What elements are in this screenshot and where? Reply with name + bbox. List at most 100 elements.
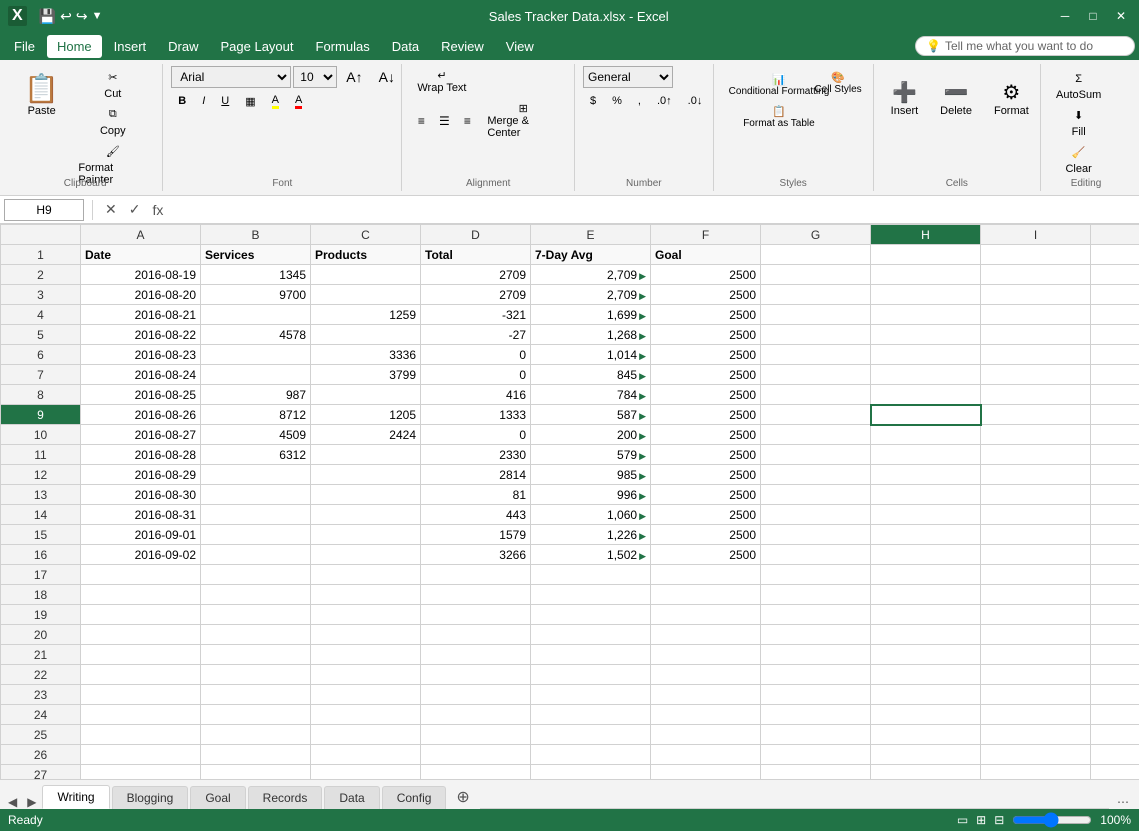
col-header-d[interactable]: D [421, 225, 531, 245]
cell-r4-d[interactable]: -321 [421, 305, 531, 325]
cell-r11-d[interactable]: 2330 [421, 445, 531, 465]
cell-r14-g[interactable] [761, 505, 871, 525]
col-header-g[interactable]: G [761, 225, 871, 245]
cell-r17-g[interactable] [761, 565, 871, 585]
wrap-text-button[interactable]: ↵ Wrap Text [410, 66, 473, 97]
cell-r18-c[interactable] [311, 585, 421, 605]
col-header-a[interactable]: A [81, 225, 201, 245]
cell-r11-h[interactable] [871, 445, 981, 465]
cell-r27-g[interactable] [761, 765, 871, 780]
cell-r9-h[interactable] [871, 405, 981, 425]
cell-r12-d[interactable]: 2814 [421, 465, 531, 485]
cell-r19-j[interactable] [1091, 605, 1139, 625]
cell-r18-j[interactable] [1091, 585, 1139, 605]
cell-r12-b[interactable] [201, 465, 311, 485]
cell-r3-c[interactable] [311, 285, 421, 305]
cell-r24-c[interactable] [311, 705, 421, 725]
cell-r5-j[interactable] [1091, 325, 1139, 345]
cell-r19-i[interactable] [981, 605, 1091, 625]
cell-r10-e[interactable]: 200▶ [531, 425, 651, 445]
cell-r14-b[interactable] [201, 505, 311, 525]
menu-home[interactable]: Home [47, 35, 102, 58]
align-left-button[interactable]: ≡ [410, 110, 432, 132]
col-header-f[interactable]: F [651, 225, 761, 245]
percent-button[interactable]: % [605, 90, 629, 112]
paste-button[interactable]: 📋 Paste [16, 66, 67, 122]
cell-r20-i[interactable] [981, 625, 1091, 645]
font-size-select[interactable]: 10 [293, 66, 337, 88]
row-number-4[interactable]: 4 [1, 305, 81, 325]
cell-r15-g[interactable] [761, 525, 871, 545]
row-number-15[interactable]: 15 [1, 525, 81, 545]
cell-r13-f[interactable]: 2500 [651, 485, 761, 505]
cell-r22-h[interactable] [871, 665, 981, 685]
cell-r4-j[interactable] [1091, 305, 1139, 325]
cell-r14-j[interactable] [1091, 505, 1139, 525]
cell-r11-e[interactable]: 579▶ [531, 445, 651, 465]
col-header-e[interactable]: E [531, 225, 651, 245]
menu-page-layout[interactable]: Page Layout [211, 35, 304, 58]
cell-r4-e[interactable]: 1,699▶ [531, 305, 651, 325]
cell-r2-g[interactable] [761, 265, 871, 285]
cell-r11-i[interactable] [981, 445, 1091, 465]
cell-r6-h[interactable] [871, 345, 981, 365]
clear-button[interactable]: 🧹 Clear [1049, 143, 1108, 178]
cell-r23-a[interactable] [81, 685, 201, 705]
row-number-11[interactable]: 11 [1, 445, 81, 465]
cell-r22-a[interactable] [81, 665, 201, 685]
delete-button[interactable]: ➖ Delete [931, 70, 981, 126]
cell-r13-j[interactable] [1091, 485, 1139, 505]
sheet-tab-data[interactable]: Data [324, 786, 379, 809]
cell-r15-h[interactable] [871, 525, 981, 545]
cell-r17-f[interactable] [651, 565, 761, 585]
cell-r9-g[interactable] [761, 405, 871, 425]
row-number-2[interactable]: 2 [1, 265, 81, 285]
cell-r24-i[interactable] [981, 705, 1091, 725]
cell-r19-g[interactable] [761, 605, 871, 625]
cell-r18-i[interactable] [981, 585, 1091, 605]
cell-r14-a[interactable]: 2016-08-31 [81, 505, 201, 525]
row-number-8[interactable]: 8 [1, 385, 81, 405]
cell-r16-c[interactable] [311, 545, 421, 565]
row-number-25[interactable]: 25 [1, 725, 81, 745]
cell-r4-i[interactable] [981, 305, 1091, 325]
cell-r8-h[interactable] [871, 385, 981, 405]
cell-r21-e[interactable] [531, 645, 651, 665]
cell-r1-d[interactable]: Total [421, 245, 531, 265]
cell-r18-e[interactable] [531, 585, 651, 605]
cell-r1-i[interactable] [981, 245, 1091, 265]
cell-r4-a[interactable]: 2016-08-21 [81, 305, 201, 325]
cell-r6-i[interactable] [981, 345, 1091, 365]
cell-r11-b[interactable]: 6312 [201, 445, 311, 465]
cell-r5-g[interactable] [761, 325, 871, 345]
currency-button[interactable]: $ [583, 90, 603, 112]
cell-r6-f[interactable]: 2500 [651, 345, 761, 365]
zoom-slider[interactable] [1012, 812, 1092, 828]
cell-r5-e[interactable]: 1,268▶ [531, 325, 651, 345]
cell-r24-e[interactable] [531, 705, 651, 725]
row-number-1[interactable]: 1 [1, 245, 81, 265]
cell-r12-c[interactable] [311, 465, 421, 485]
cell-r11-a[interactable]: 2016-08-28 [81, 445, 201, 465]
cell-r25-h[interactable] [871, 725, 981, 745]
cell-r23-h[interactable] [871, 685, 981, 705]
cell-r5-c[interactable] [311, 325, 421, 345]
cell-r23-j[interactable] [1091, 685, 1139, 705]
cell-r21-g[interactable] [761, 645, 871, 665]
decrease-decimal-button[interactable]: .0↓ [681, 90, 710, 112]
cell-r14-f[interactable]: 2500 [651, 505, 761, 525]
cell-r2-e[interactable]: 2,709▶ [531, 265, 651, 285]
cell-r21-a[interactable] [81, 645, 201, 665]
font-family-select[interactable]: Arial [171, 66, 291, 88]
cell-r16-d[interactable]: 3266 [421, 545, 531, 565]
cell-r9-i[interactable] [981, 405, 1091, 425]
cell-r18-b[interactable] [201, 585, 311, 605]
fill-button[interactable]: ⬇ Fill [1049, 106, 1108, 141]
cell-r21-j[interactable] [1091, 645, 1139, 665]
cell-r20-j[interactable] [1091, 625, 1139, 645]
cell-r10-j[interactable] [1091, 425, 1139, 445]
row-number-23[interactable]: 23 [1, 685, 81, 705]
cell-r7-h[interactable] [871, 365, 981, 385]
cell-r1-g[interactable] [761, 245, 871, 265]
menu-insert[interactable]: Insert [104, 35, 157, 58]
